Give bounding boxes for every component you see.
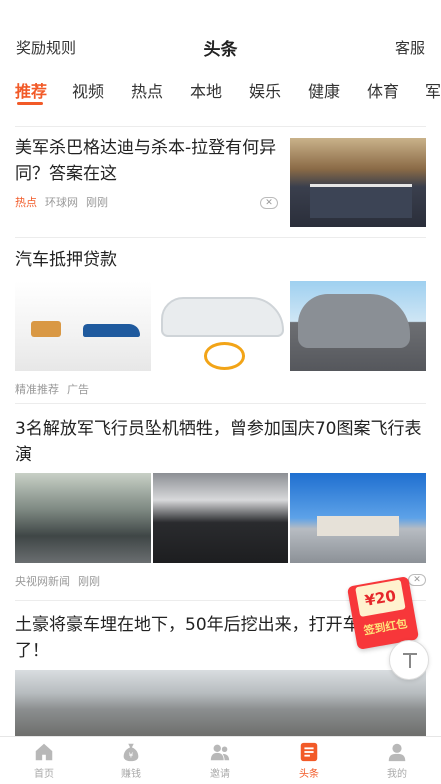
article-title[interactable]: 美军杀巴格达迪与杀本-拉登有何异同？答案在这: [15, 135, 277, 187]
article-image-3[interactable]: [290, 473, 426, 563]
divider: [15, 403, 426, 404]
ad-image-3[interactable]: [290, 281, 426, 371]
ad-title[interactable]: 汽车抵押贷款: [15, 247, 117, 273]
article-title[interactable]: 3名解放军飞行员坠机牺牲，曾参加国庆70图案飞行表演: [15, 416, 426, 468]
tab-recommend[interactable]: 推荐: [15, 78, 47, 102]
profile-icon: [388, 743, 406, 762]
tabbar-label: 邀请: [210, 769, 230, 780]
tabbar-label: 赚钱: [121, 769, 141, 780]
article-meta: 热点 环球网 刚刚: [15, 194, 108, 210]
article-thumbnail[interactable]: [290, 138, 426, 227]
hot-tag: 热点: [15, 196, 37, 209]
tabbar-item-earn[interactable]: ¥ 赚钱: [101, 741, 161, 780]
bottom-tab-bar: 首页 ¥ 赚钱 邀请 头条 我的: [0, 736, 441, 784]
tab-entertainment[interactable]: 娱乐: [249, 78, 281, 102]
ad-label: 广告: [67, 383, 89, 396]
tab-local[interactable]: 本地: [190, 78, 222, 102]
article-image[interactable]: [15, 670, 426, 736]
page-title: 头条: [203, 40, 238, 60]
article-image-1[interactable]: [15, 473, 151, 563]
divider: [15, 126, 426, 127]
tabbar-item-profile[interactable]: 我的: [367, 741, 427, 780]
customer-service-link[interactable]: 客服: [395, 37, 425, 58]
arrow-up-icon-stem: [409, 653, 411, 668]
tabbar-label: 首页: [34, 769, 54, 780]
dislike-close-icon[interactable]: ✕: [408, 574, 426, 586]
top-header: 奖励规则 头条 客服: [0, 0, 441, 70]
scroll-to-top-button[interactable]: [389, 640, 429, 680]
article-image-2[interactable]: [153, 473, 288, 563]
article-time: 刚刚: [86, 196, 108, 209]
tab-hot[interactable]: 热点: [131, 78, 163, 102]
article-meta: 央视网新闻 刚刚: [15, 573, 100, 589]
tab-video[interactable]: 视频: [72, 78, 104, 102]
article-source: 央视网新闻: [15, 575, 70, 588]
tabbar-item-headlines[interactable]: 头条: [279, 741, 339, 780]
tabbar-label: 头条: [299, 769, 319, 780]
invite-icon: [210, 744, 230, 761]
article-time: 刚刚: [78, 575, 100, 588]
tab-military[interactable]: 军: [425, 78, 441, 102]
active-tab-indicator: [17, 102, 43, 105]
money-bag-icon: ¥: [123, 743, 139, 762]
category-tabs: 推荐 视频 热点 本地 娱乐 健康 体育 军: [0, 70, 441, 110]
tab-sports[interactable]: 体育: [367, 78, 399, 102]
divider: [15, 237, 426, 238]
tabbar-label: 我的: [387, 769, 407, 780]
ad-meta: 精准推荐 广告: [15, 381, 89, 397]
tab-health[interactable]: 健康: [308, 78, 340, 102]
home-icon: [35, 743, 53, 761]
ad-image-1[interactable]: [15, 281, 151, 371]
tabbar-item-home[interactable]: 首页: [14, 741, 74, 780]
ad-source: 精准推荐: [15, 383, 59, 396]
ad-image-2[interactable]: [153, 281, 288, 371]
svg-text:¥: ¥: [129, 751, 134, 760]
headlines-icon: [300, 742, 318, 762]
article-source: 环球网: [45, 196, 78, 209]
tabbar-item-invite[interactable]: 邀请: [190, 741, 250, 780]
dislike-close-icon[interactable]: ✕: [260, 197, 278, 209]
